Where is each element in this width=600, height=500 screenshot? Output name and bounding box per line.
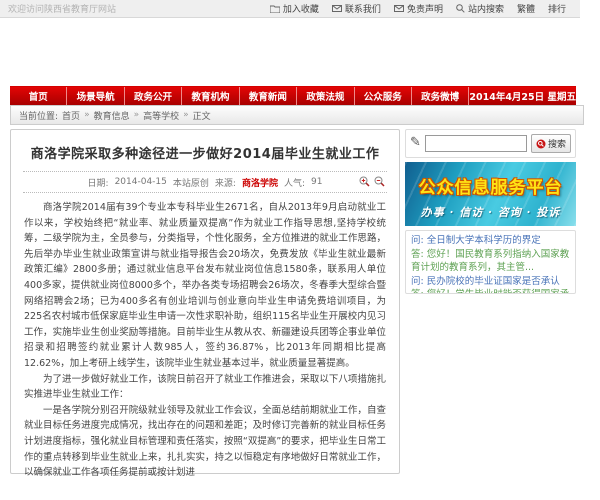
nav-item-home[interactable]: 首页 bbox=[10, 87, 66, 105]
public-service-banner[interactable]: 公众信息服务平台 办事 · 信访 · 咨询 · 投诉 bbox=[405, 162, 576, 226]
qa-answer: 答: 您好！学生毕业时能否获得国家承认的毕业证书，取决于学... bbox=[411, 288, 570, 294]
font-size-controls bbox=[359, 176, 385, 187]
nav-item-policies[interactable]: 政策法规 bbox=[296, 87, 353, 105]
meta-date-label: 日期: bbox=[88, 176, 109, 189]
meta-source-link[interactable]: 商洛学院 bbox=[242, 176, 278, 189]
article-panel: 商洛学院采取多种途径进一步做好2014届毕业生就业工作 日期: 2014-04-… bbox=[10, 129, 400, 474]
article-body: 商洛学院2014届有39个专业本专科毕业生2671名，自从2013年9月启动就业… bbox=[11, 193, 399, 500]
breadcrumb-article: 正文 bbox=[193, 109, 211, 122]
search-badge-icon bbox=[536, 139, 546, 149]
article-paragraph: 为了进一步做好就业工作，该院日前召开了就业工作推进会，采取以下八项措施扎实推进毕… bbox=[24, 372, 386, 403]
topbar-links: 加入收藏 联系我们 免责声明 站内搜索 繁體 排行 bbox=[270, 2, 566, 15]
folder-icon bbox=[270, 5, 280, 13]
meta-views: 91 bbox=[311, 177, 322, 187]
article-title: 商洛学院采取多种途径进一步做好2014届毕业生就业工作 bbox=[25, 143, 385, 162]
top-utility-bar: 欢迎访问陕西省教育厅网站 加入收藏 联系我们 免责声明 站内搜索 繁體 排行 bbox=[0, 0, 580, 18]
qa-question[interactable]: 问: 民办院校的毕业证国家是否承认 bbox=[411, 275, 570, 289]
nav-item-institutions[interactable]: 教育机构 bbox=[181, 87, 238, 105]
breadcrumb-education-info[interactable]: 教育信息 bbox=[94, 109, 130, 122]
add-favorite-link[interactable]: 加入收藏 bbox=[270, 2, 319, 15]
breadcrumb: 当前位置: 首页 » 教育信息 » 高等学校 » 正文 bbox=[10, 105, 584, 125]
qa-answer: 答: 您好！国民教育系列指纳入国家教育计划的教育系列，其主管... bbox=[411, 248, 570, 275]
zoom-out-icon[interactable] bbox=[374, 176, 385, 187]
ranking-link[interactable]: 排行 bbox=[548, 2, 566, 15]
meta-date: 2014-04-15 bbox=[115, 177, 167, 187]
mail-icon bbox=[332, 5, 342, 12]
search-button[interactable]: 搜索 bbox=[531, 134, 571, 153]
zoom-in-icon[interactable] bbox=[359, 176, 370, 187]
search-input[interactable] bbox=[425, 135, 527, 152]
pen-icon: ✎ bbox=[410, 136, 421, 149]
contact-us-link[interactable]: 联系我们 bbox=[332, 2, 381, 15]
main-nav: 首页 场景导航 政务公开 教育机构 教育新闻 政策法规 公众服务 政务微博 20… bbox=[10, 86, 576, 105]
nav-item-public-service[interactable]: 公众服务 bbox=[354, 87, 411, 105]
banner-subtitle: 办事 · 信访 · 咨询 · 投诉 bbox=[405, 204, 576, 220]
mail-icon bbox=[394, 5, 404, 12]
qa-list: 问: 全日制大学本科学历的界定 答: 您好！国民教育系列指纳入国家教育计划的教育… bbox=[405, 230, 576, 294]
sidebar: ✎ 搜索 公众信息服务平台 办事 · 信访 · 咨询 · 投诉 问: 全日制大学… bbox=[405, 129, 576, 294]
site-search-link[interactable]: 站内搜索 bbox=[456, 2, 504, 15]
traditional-chinese-link[interactable]: 繁體 bbox=[517, 2, 535, 15]
meta-views-label: 人气: bbox=[284, 176, 305, 189]
nav-date: 2014年4月25日 星期五 bbox=[468, 87, 576, 105]
qa-question[interactable]: 问: 全日制大学本科学历的界定 bbox=[411, 234, 570, 248]
banner-title: 公众信息服务平台 bbox=[405, 173, 576, 198]
sidebar-search-box: ✎ 搜索 bbox=[405, 129, 576, 158]
welcome-text: 欢迎访问陕西省教育厅网站 bbox=[8, 2, 270, 15]
article-paragraph: 商洛学院2014届有39个专业本专科毕业生2671名，自从2013年9月启动就业… bbox=[24, 200, 386, 372]
breadcrumb-home[interactable]: 首页 bbox=[62, 109, 80, 122]
breadcrumb-label: 当前位置: bbox=[19, 109, 58, 122]
nav-item-scene-guide[interactable]: 场景导航 bbox=[66, 87, 123, 105]
disclaimer-link[interactable]: 免责声明 bbox=[394, 2, 443, 15]
breadcrumb-higher-education[interactable]: 高等学校 bbox=[143, 109, 179, 122]
nav-item-education-news[interactable]: 教育新闻 bbox=[239, 87, 296, 105]
nav-item-gov-weibo[interactable]: 政务微博 bbox=[411, 87, 468, 105]
article-meta: 日期: 2014-04-15 本站原创 来源: 商洛学院 人气: 91 bbox=[23, 171, 387, 193]
meta-source-label: 来源: bbox=[215, 176, 236, 189]
article-paragraph: 一是各学院分别召开院级就业领导及就业工作会议，全面总结前期就业工作，自查就业目标… bbox=[24, 403, 386, 481]
search-icon bbox=[456, 4, 465, 13]
meta-origin: 本站原创 bbox=[173, 176, 209, 189]
nav-item-gov-affairs[interactable]: 政务公开 bbox=[124, 87, 181, 105]
